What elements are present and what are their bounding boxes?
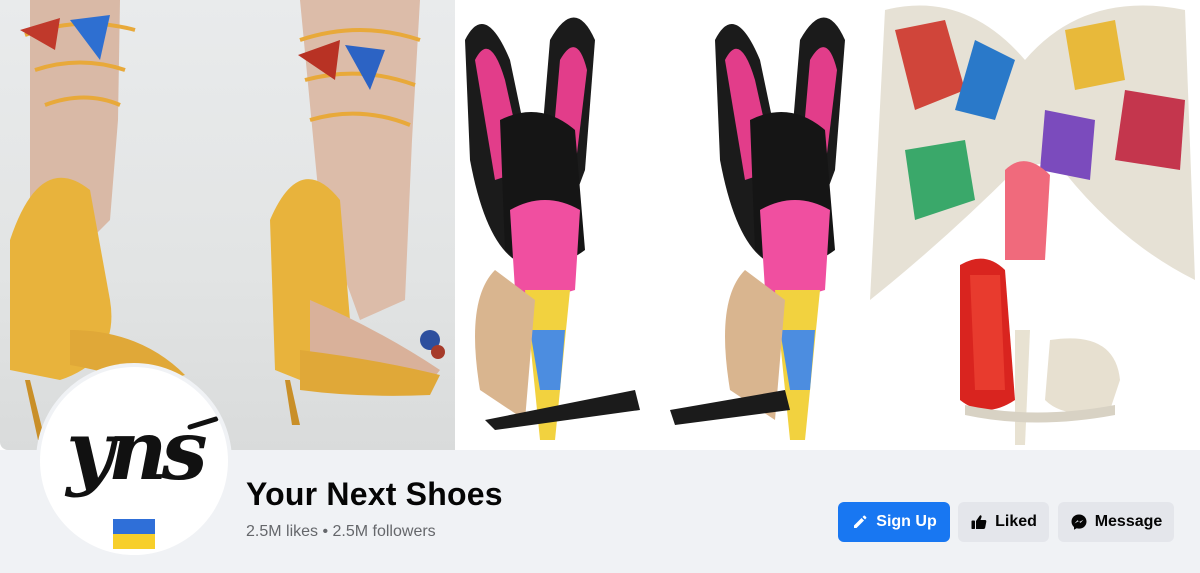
pencil-icon <box>854 515 867 528</box>
message-button[interactable]: Message <box>1058 502 1174 542</box>
cover-panel-bow-sandal <box>865 0 1200 450</box>
cover-panel-butterfly-heels <box>455 0 865 450</box>
messenger-icon <box>1071 514 1087 530</box>
ukraine-flag-icon <box>113 519 155 549</box>
butterfly-heels-illustration <box>465 17 845 440</box>
thumbs-up-icon <box>971 515 987 529</box>
bow-sandal-illustration <box>870 5 1195 445</box>
sign-up-button[interactable]: Sign Up <box>838 502 950 542</box>
message-label: Message <box>1094 513 1163 530</box>
svg-text:yns: yns <box>64 403 206 499</box>
profile-picture[interactable]: yns <box>36 363 232 559</box>
liked-label: Liked <box>995 513 1037 530</box>
page-title[interactable]: Your Next Shoes <box>246 476 503 513</box>
avatar[interactable]: yns <box>40 367 228 555</box>
sign-up-label: Sign Up <box>876 513 937 530</box>
page-stats[interactable]: 2.5M likes • 2.5M followers <box>246 523 436 541</box>
liked-button[interactable]: Liked <box>958 502 1049 542</box>
